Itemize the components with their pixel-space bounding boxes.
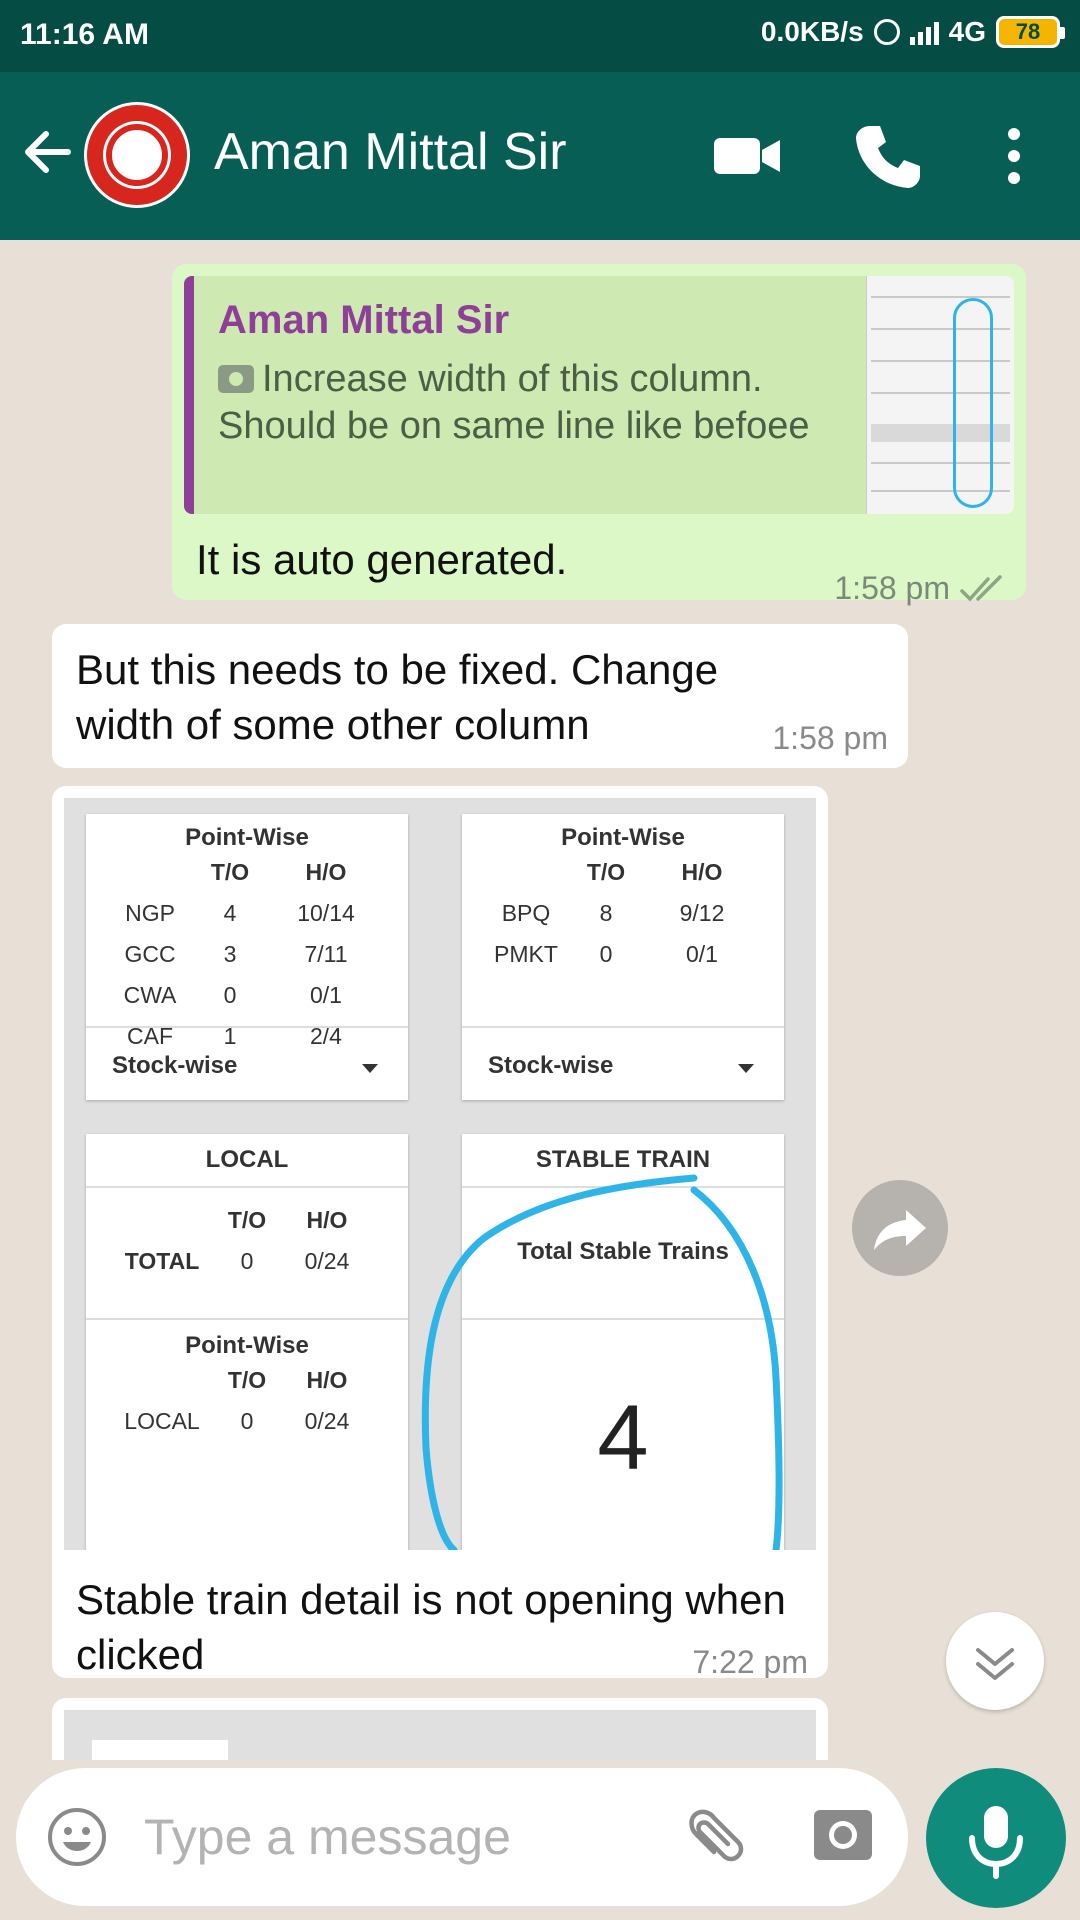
input-bar: Type a message — [0, 1760, 1080, 1920]
indian-railways-logo-icon — [106, 124, 168, 186]
chat-area[interactable]: Aman Mittal Sir Increase width of this c… — [0, 240, 1080, 1760]
quoted-text: Increase width of this column. Should be… — [218, 356, 838, 450]
signal-icon — [909, 19, 939, 45]
quoted-text-content: Increase width of this column. Should be… — [218, 358, 810, 447]
image-message — [64, 1710, 816, 1760]
net-speed: 0.0KB/s — [760, 16, 864, 47]
message-time: 1:58 pm — [834, 570, 950, 606]
network-type: 4G — [948, 16, 986, 47]
double-check-icon — [960, 574, 1002, 602]
quote-accent-bar — [184, 276, 194, 514]
message-time: 1:58 pm — [772, 720, 888, 756]
video-call-icon[interactable] — [710, 118, 786, 194]
scroll-down-icon[interactable] — [946, 1612, 1044, 1710]
avatar[interactable] — [84, 102, 190, 208]
battery-level: 78 — [1015, 19, 1041, 44]
quoted-message[interactable]: Aman Mittal Sir Increase width of this c… — [184, 276, 1014, 514]
chat-header: Aman Mittal Sir — [0, 72, 1080, 240]
message-text: But this needs to be fixed. Change width… — [76, 646, 719, 748]
message-bubble-sent[interactable]: Aman Mittal Sir Increase width of this c… — [172, 264, 1026, 606]
quoted-image-thumbnail — [866, 276, 1014, 514]
back-arrow-icon[interactable] — [20, 122, 76, 182]
message-time: 7:22 pm — [692, 1644, 808, 1678]
message-bubble-partial[interactable] — [52, 1698, 828, 1760]
message-meta: 1:58 pm — [834, 570, 1006, 607]
attach-icon[interactable] — [676, 1802, 748, 1874]
status-icons: 0.0KB/s 4G 78 — [760, 16, 1065, 48]
image-caption: Stable train detail is not opening when … — [76, 1576, 786, 1678]
annotation-circle — [421, 1174, 783, 1550]
message-bubble-image[interactable]: Point-Wise T/O H/O NGP 4 10/14 GCC 3 7/1… — [52, 786, 828, 1678]
camera-icon — [218, 365, 254, 393]
status-bar: 11:16 AM 0.0KB/s 4G 78 — [0, 0, 1080, 72]
battery-icon: 78 — [996, 16, 1065, 48]
quoted-author: Aman Mittal Sir — [218, 298, 510, 342]
contact-name[interactable]: Aman Mittal Sir — [214, 122, 567, 182]
image-message[interactable]: Point-Wise T/O H/O NGP 4 10/14 GCC 3 7/1… — [64, 798, 816, 1550]
mic-button[interactable] — [926, 1768, 1066, 1908]
phone-icon[interactable] — [850, 118, 926, 194]
annotation-circle — [953, 298, 993, 508]
emoji-icon[interactable] — [46, 1806, 108, 1868]
message-input-container[interactable]: Type a message — [16, 1768, 908, 1906]
forward-icon[interactable] — [852, 1180, 948, 1276]
camera-icon[interactable] — [812, 1804, 874, 1866]
more-vert-icon[interactable] — [986, 118, 1042, 194]
status-time: 11:16 AM — [20, 18, 149, 51]
mic-icon — [969, 1806, 1023, 1879]
message-bubble-received[interactable]: But this needs to be fixed. Change width… — [52, 624, 908, 768]
message-input[interactable]: Type a message — [144, 1808, 511, 1866]
alarm-icon — [873, 19, 900, 45]
message-text: It is auto generated. — [196, 536, 568, 583]
